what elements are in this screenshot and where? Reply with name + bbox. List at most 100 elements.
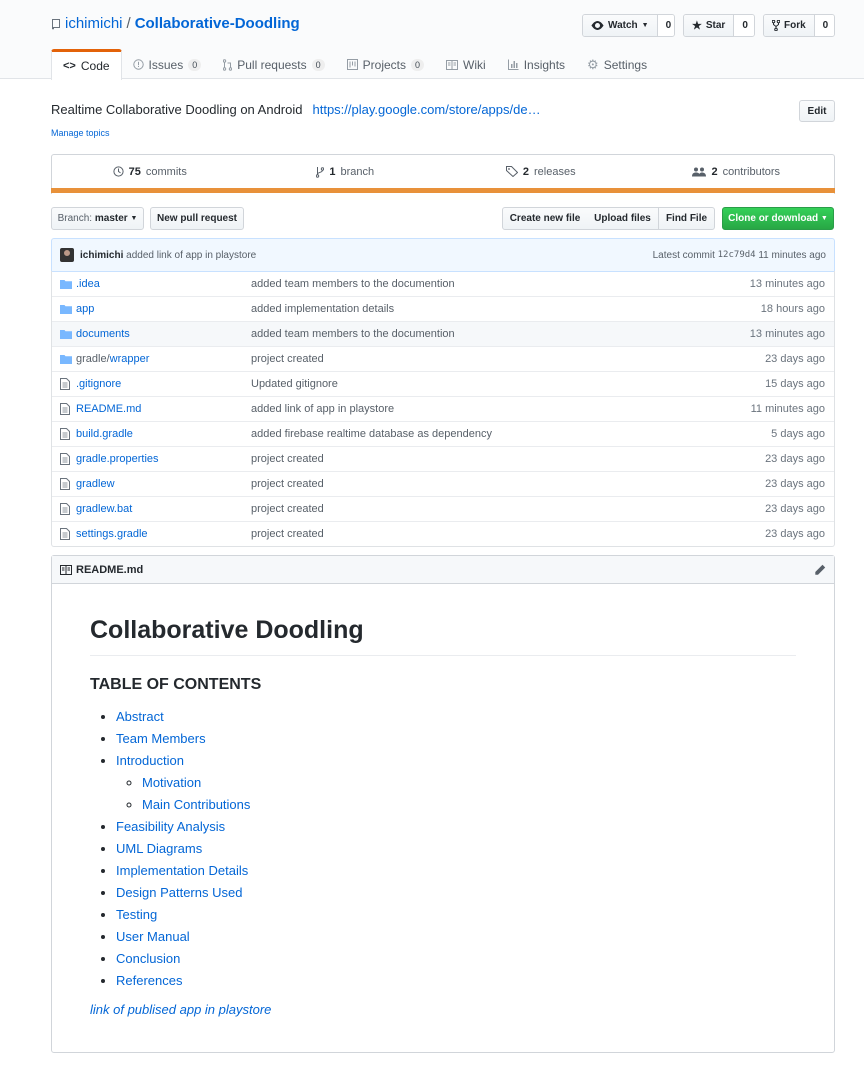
file-name[interactable]: gradlew — [76, 478, 251, 490]
list-item: Testing — [116, 904, 796, 926]
toc-link-motivation[interactable]: Motivation — [142, 775, 201, 790]
table-row[interactable]: gradlew.bat project created 23 days ago — [52, 496, 834, 521]
releases-label: releases — [534, 165, 576, 178]
manage-topics-link[interactable]: Manage topics — [51, 128, 110, 138]
fork-button[interactable]: Fork 0 — [763, 14, 835, 37]
file-name[interactable]: documents — [76, 328, 251, 340]
file-commit-message[interactable]: project created — [251, 453, 714, 465]
file-commit-message[interactable]: added team members to the documention — [251, 278, 714, 290]
readme-toc-heading: TABLE OF CONTENTS — [90, 676, 262, 693]
file-name[interactable]: .idea — [76, 278, 251, 290]
tab-pull-requests-label: Pull requests — [237, 57, 307, 72]
clone-download-button[interactable]: Clone or download ▼ — [722, 207, 834, 230]
table-row[interactable]: app added implementation details 18 hours … — [52, 296, 834, 321]
commit-sha[interactable]: 12c79d4 — [718, 250, 756, 260]
tab-code[interactable]: <> Code — [51, 49, 122, 80]
list-item: Conclusion — [116, 948, 796, 970]
folder-icon — [60, 304, 72, 314]
table-row[interactable]: settings.gradle project created 23 days ag… — [52, 521, 834, 546]
upload-files-button[interactable]: Upload files — [587, 207, 659, 230]
commit-author[interactable]: ichimichi — [80, 250, 123, 261]
file-commit-message[interactable]: added firebase realtime database as depe… — [251, 428, 714, 440]
file-commit-message[interactable]: added link of app in playstore — [251, 403, 714, 415]
avatar[interactable] — [60, 248, 74, 262]
language-bar[interactable] — [51, 188, 835, 193]
website-link[interactable]: https://play.google.com/store/apps/de… — [312, 102, 540, 117]
tab-pull-requests[interactable]: Pull requests 0 — [212, 49, 335, 80]
file-commit-message[interactable]: project created — [251, 478, 714, 490]
file-commit-message[interactable]: added team members to the documention — [251, 328, 714, 340]
new-pull-request-button[interactable]: New pull request — [150, 207, 244, 230]
file-commit-message[interactable]: project created — [251, 503, 714, 515]
file-commit-message[interactable]: project created — [251, 353, 714, 365]
toc-link-user-manual[interactable]: User Manual — [116, 929, 190, 944]
table-row[interactable]: documents added team members to the docum… — [52, 321, 834, 346]
tab-pull-requests-count: 0 — [311, 58, 325, 71]
file-name[interactable]: .gitignore — [76, 378, 251, 390]
file-commit-message[interactable]: added implementation details — [251, 303, 714, 315]
file-commit-message[interactable]: Updated gitignore — [251, 378, 714, 390]
playstore-link[interactable]: link of publised app in playstore — [90, 1002, 271, 1017]
file-name[interactable]: gradlew.bat — [76, 503, 251, 515]
toc-link-testing[interactable]: Testing — [116, 907, 157, 922]
toc-link-design-patterns[interactable]: Design Patterns Used — [116, 885, 242, 900]
table-row[interactable]: gradle.properties project created 23 days … — [52, 446, 834, 471]
table-row[interactable]: .gitignore Updated gitignore 15 days ago — [52, 371, 834, 396]
repo-icon — [52, 18, 60, 29]
list-item: Main Contributions — [142, 794, 796, 816]
repo-owner-link[interactable]: ichimichi — [65, 15, 123, 32]
book-icon — [60, 564, 72, 575]
watch-button[interactable]: Watch ▼ 0 — [582, 14, 675, 37]
tab-wiki-label: Wiki — [463, 57, 486, 72]
file-name[interactable]: README.md — [76, 403, 251, 415]
branch-prefix: Branch: — [57, 213, 93, 224]
table-row[interactable]: .idea added team members to the documenti… — [52, 271, 834, 296]
commit-age: 11 minutes ago — [758, 249, 826, 261]
chevron-down-icon: ▼ — [130, 215, 138, 222]
tab-issues[interactable]: Issues 0 — [122, 49, 213, 80]
toc-link-main-contributions[interactable]: Main Contributions — [142, 797, 250, 812]
tab-projects[interactable]: Projects 0 — [336, 49, 435, 80]
file-name[interactable]: build.gradle — [76, 428, 251, 440]
file-icon — [60, 503, 72, 515]
tab-code-label: Code — [80, 59, 110, 73]
file-name[interactable]: app — [76, 303, 251, 315]
file-name-text: app — [76, 303, 95, 315]
tab-wiki[interactable]: Wiki — [435, 49, 497, 80]
star-button[interactable]: ★ Star 0 — [683, 14, 755, 37]
toc-link-references[interactable]: References — [116, 973, 182, 988]
edit-button[interactable]: Edit — [799, 100, 835, 122]
fork-count[interactable]: 0 — [814, 15, 834, 36]
toc-list: Abstract Team Members Introduction Motiv… — [116, 706, 796, 992]
create-new-file-button[interactable]: Create new file — [502, 207, 588, 230]
toc-link-uml[interactable]: UML Diagrams — [116, 841, 202, 856]
toc-link-implementation[interactable]: Implementation Details — [116, 863, 248, 878]
folder-icon — [60, 279, 72, 289]
file-name[interactable]: gradle/wrapper — [76, 353, 251, 365]
table-row[interactable]: build.gradle added firebase realtime data… — [52, 421, 834, 446]
file-name[interactable]: gradle.properties — [76, 453, 251, 465]
table-row[interactable]: gradle/wrapper project created 23 days ago — [52, 346, 834, 371]
file-commit-message[interactable]: project created — [251, 528, 714, 540]
toc-link-abstract[interactable]: Abstract — [116, 709, 164, 724]
playstore-paragraph: link of publised app in playstore — [90, 1002, 796, 1017]
list-item: References — [116, 970, 796, 992]
toc-link-feasibility[interactable]: Feasibility Analysis — [116, 819, 225, 834]
pencil-icon[interactable] — [814, 564, 826, 576]
releases-count: 2 — [522, 165, 530, 178]
branch-select[interactable]: Branch: master ▼ — [51, 207, 144, 230]
repo-name-link[interactable]: Collaborative-Doodling — [135, 15, 300, 32]
table-row[interactable]: README.md added link of app in playstore 1… — [52, 396, 834, 421]
watch-count[interactable]: 0 — [657, 15, 674, 36]
toc-link-conclusion[interactable]: Conclusion — [116, 951, 180, 966]
latest-commit-label: Latest commit — [652, 249, 715, 261]
find-file-button[interactable]: Find File — [658, 207, 715, 230]
file-name[interactable]: settings.gradle — [76, 528, 251, 540]
table-row[interactable]: gradlew project created 23 days ago — [52, 471, 834, 496]
tab-insights[interactable]: Insights — [497, 49, 576, 80]
tab-settings[interactable]: ⚙ Settings — [576, 49, 658, 80]
toc-link-team-members[interactable]: Team Members — [116, 731, 206, 746]
commit-message[interactable]: added link of app in playstore — [126, 250, 256, 261]
star-count[interactable]: 0 — [734, 15, 754, 36]
toc-link-introduction[interactable]: Introduction — [116, 753, 184, 768]
